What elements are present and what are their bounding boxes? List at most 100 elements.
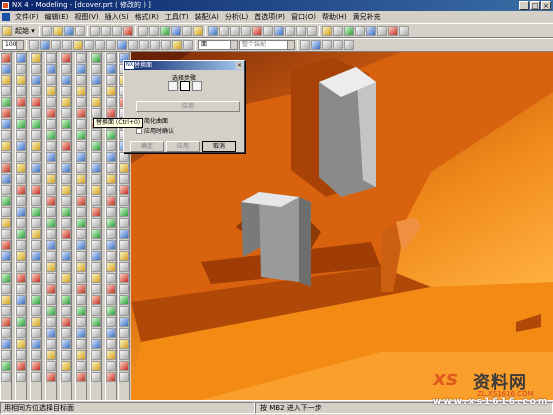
- edit-sketch-icon[interactable]: [119, 251, 129, 261]
- render-icon[interactable]: [106, 141, 116, 151]
- macro-icon[interactable]: [91, 339, 101, 349]
- cross-section-icon[interactable]: [46, 328, 56, 338]
- constraint-icon[interactable]: [61, 262, 71, 272]
- image-icon[interactable]: [76, 284, 86, 294]
- wireframe-icon[interactable]: [262, 25, 273, 36]
- slot-icon[interactable]: [1, 328, 11, 338]
- face-edges-icon[interactable]: [106, 262, 116, 272]
- surface-icon[interactable]: [31, 53, 41, 63]
- make-tangent-icon[interactable]: [46, 152, 56, 162]
- slope-icon[interactable]: [91, 185, 101, 195]
- target-face-step-icon[interactable]: [168, 81, 178, 91]
- menu-extra[interactable]: 黄兄补充: [350, 11, 384, 23]
- assembly-icon[interactable]: [61, 53, 71, 63]
- partial-shading-icon[interactable]: [106, 284, 116, 294]
- revolve-icon[interactable]: [376, 25, 387, 36]
- auxiliary-view-icon[interactable]: [76, 130, 86, 140]
- edit-boolean-icon[interactable]: [119, 218, 129, 228]
- silhouettes-icon[interactable]: [106, 317, 116, 327]
- scale-icon[interactable]: [1, 218, 11, 228]
- hatch-icon[interactable]: [76, 196, 86, 206]
- suppress-icon[interactable]: [61, 306, 71, 316]
- chamfer-icon[interactable]: [1, 152, 11, 162]
- circle-icon[interactable]: [16, 86, 26, 96]
- select-all-icon[interactable]: [300, 40, 310, 50]
- print-drawing-icon[interactable]: [76, 317, 86, 327]
- extract-curve-icon[interactable]: [16, 207, 26, 217]
- base-view-icon[interactable]: [76, 75, 86, 85]
- examine-geometry-icon[interactable]: [91, 218, 101, 228]
- background-icon[interactable]: [106, 185, 116, 195]
- menu-format[interactable]: 格式(R): [132, 11, 162, 23]
- unwrap-icon[interactable]: [16, 306, 26, 316]
- n-sided-icon[interactable]: [31, 130, 41, 140]
- patch-icon[interactable]: [1, 273, 11, 283]
- weld-symbol-icon[interactable]: [76, 240, 86, 250]
- global-shaping-icon[interactable]: [31, 196, 41, 206]
- feature-icon[interactable]: [1, 53, 11, 63]
- break-view-icon[interactable]: [76, 119, 86, 129]
- radius-analysis-icon[interactable]: [91, 141, 101, 151]
- component-array-icon[interactable]: [61, 108, 71, 118]
- delete-icon[interactable]: [122, 25, 133, 36]
- redo-icon[interactable]: [148, 25, 159, 36]
- expression-icon[interactable]: [91, 262, 101, 272]
- boundary-icon[interactable]: [31, 350, 41, 360]
- intersect-icon[interactable]: [1, 130, 11, 140]
- wcs-icon[interactable]: [181, 25, 192, 36]
- datum-feature-icon[interactable]: [76, 251, 86, 261]
- quick-pick-icon[interactable]: [311, 40, 321, 50]
- edit-expression-icon[interactable]: [119, 240, 129, 250]
- edit-section-icon[interactable]: [119, 174, 129, 184]
- face-analysis-icon[interactable]: [91, 207, 101, 217]
- select-feature-icon[interactable]: [344, 40, 354, 50]
- camera-icon[interactable]: [106, 196, 116, 206]
- local-scale-icon[interactable]: [46, 361, 56, 371]
- snap-grid-icon[interactable]: [172, 40, 182, 50]
- rotate-icon[interactable]: [240, 25, 251, 36]
- history-icon[interactable]: [91, 284, 101, 294]
- bom-icon[interactable]: [61, 328, 71, 338]
- surface-finish-icon[interactable]: [76, 174, 86, 184]
- i-form-icon[interactable]: [31, 251, 41, 261]
- perspective-icon[interactable]: [106, 240, 116, 250]
- move-pole-icon[interactable]: [31, 328, 41, 338]
- sweep-icon[interactable]: [1, 372, 11, 382]
- new-component-icon[interactable]: [61, 75, 71, 85]
- sync-icon[interactable]: [46, 53, 56, 63]
- delay-update-icon[interactable]: [119, 152, 129, 162]
- clip-section-icon[interactable]: [106, 229, 116, 239]
- bridge-curve-icon[interactable]: [16, 163, 26, 173]
- roles-icon[interactable]: [91, 295, 101, 305]
- layout-icon[interactable]: [106, 350, 116, 360]
- zoom-combo[interactable]: 100: [2, 40, 24, 50]
- block-right-face[interactable]: [299, 197, 311, 287]
- swept-icon[interactable]: [31, 97, 41, 107]
- menu-insert[interactable]: 插入(S): [102, 11, 132, 23]
- maximize-button[interactable]: □: [530, 1, 540, 10]
- translucency-icon[interactable]: [106, 295, 116, 305]
- groove-icon[interactable]: [1, 306, 11, 316]
- cancel-button[interactable]: 取消: [202, 141, 236, 152]
- shell-body-icon[interactable]: [46, 372, 56, 382]
- measure-icon[interactable]: [192, 25, 203, 36]
- product-outline-icon[interactable]: [61, 218, 71, 228]
- text-icon[interactable]: [16, 273, 26, 283]
- edit-point-icon[interactable]: [119, 350, 129, 360]
- polygon-icon[interactable]: [16, 119, 26, 129]
- new-file-icon[interactable]: [41, 25, 52, 36]
- offset-face-icon[interactable]: [1, 207, 11, 217]
- datum-plane-icon[interactable]: [354, 25, 365, 36]
- view-front-icon[interactable]: [106, 53, 116, 63]
- make-perpendicular-icon[interactable]: [46, 185, 56, 195]
- clearance-icon[interactable]: [61, 152, 71, 162]
- snap-tangent-icon[interactable]: [161, 40, 171, 50]
- bounded-plane-icon[interactable]: [31, 174, 41, 184]
- edit-curve-icon[interactable]: [16, 262, 26, 272]
- project-curve-icon[interactable]: [16, 174, 26, 184]
- draft-icon[interactable]: [1, 174, 11, 184]
- angular-dimension-icon[interactable]: [46, 207, 56, 217]
- plot-icon[interactable]: [76, 339, 86, 349]
- show-only-icon[interactable]: [61, 284, 71, 294]
- view-left-icon[interactable]: [106, 97, 116, 107]
